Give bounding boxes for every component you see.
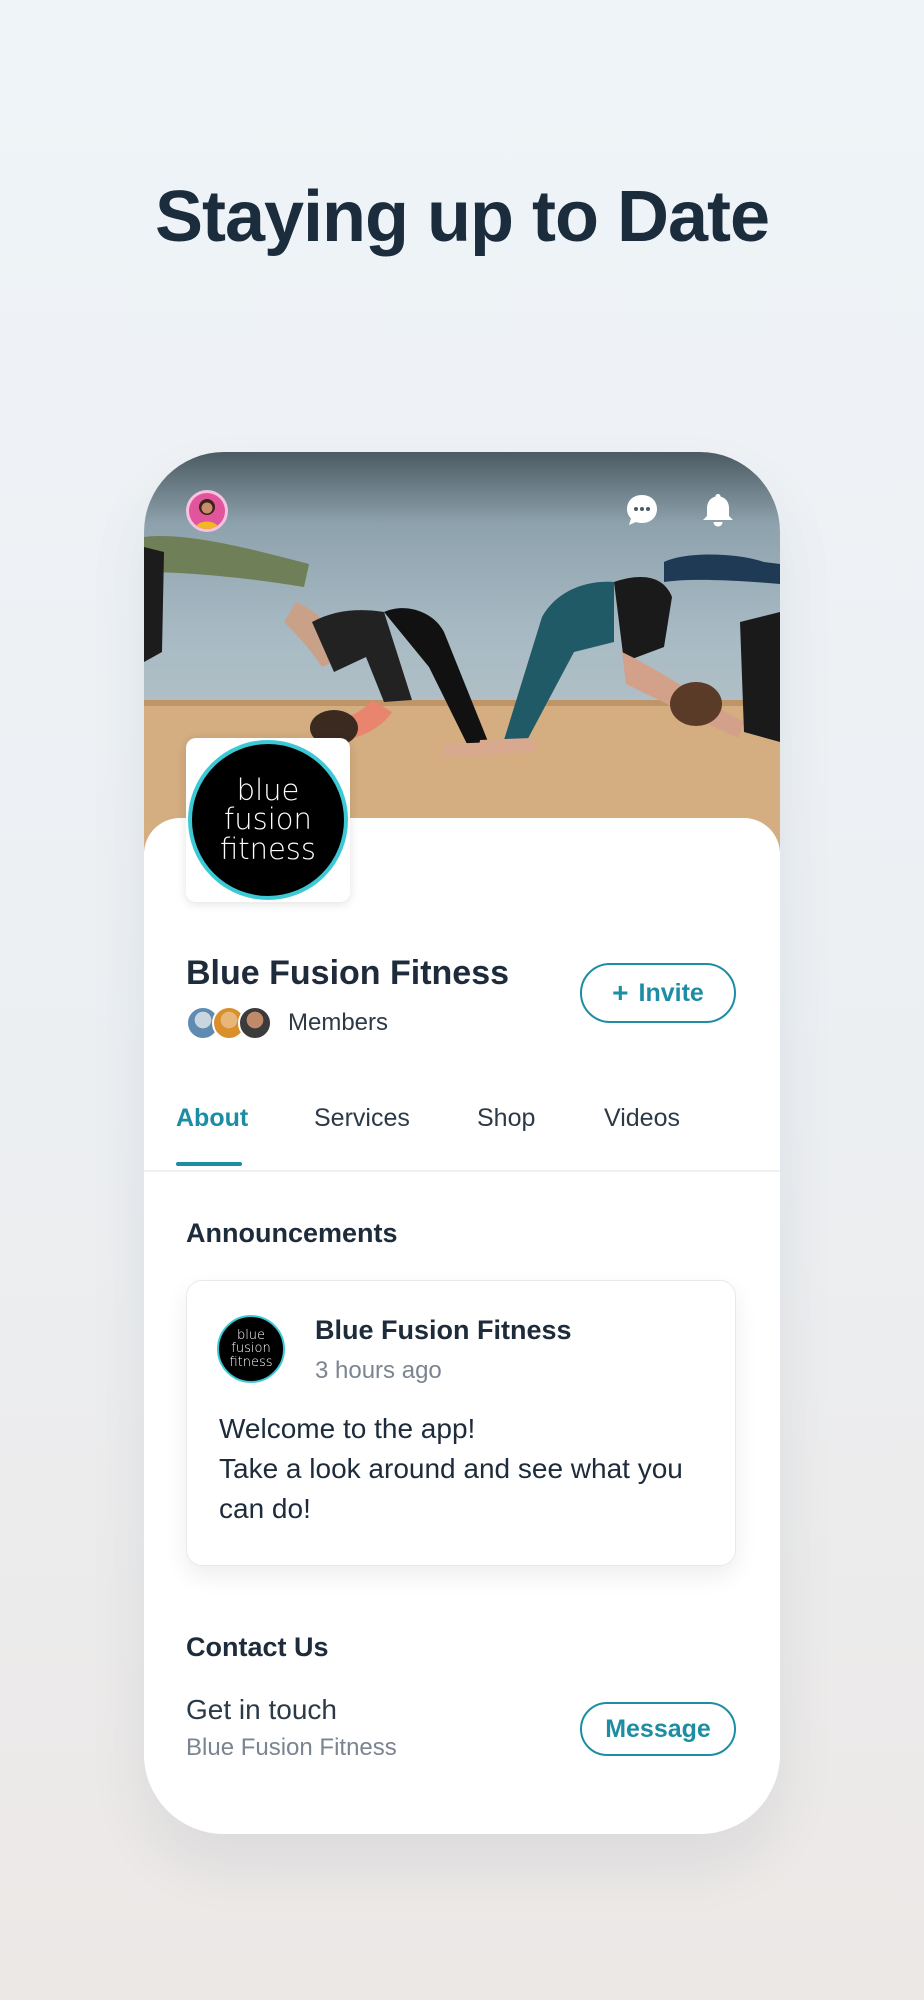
bell-icon[interactable] — [698, 490, 738, 530]
contact-subtitle: Get in touch — [186, 1694, 337, 1725]
tab-about[interactable]: About — [176, 1104, 248, 1133]
chat-bubble-icon[interactable] — [622, 490, 662, 530]
page-headline: Staying up to Date — [154, 177, 770, 257]
tab-services[interactable]: Services — [314, 1104, 410, 1133]
logo-line-3: fitness — [229, 1354, 273, 1370]
active-tab-indicator — [176, 1162, 242, 1166]
member-avatar — [238, 1006, 272, 1040]
post-body: Welcome to the app! Take a look around a… — [219, 1409, 719, 1529]
user-avatar-icon[interactable] — [186, 490, 228, 532]
announcements-title: Announcements — [186, 1218, 398, 1248]
post-body-line-1: Welcome to the app! — [219, 1413, 476, 1444]
post-author-avatar: blue fusion fitness — [217, 1315, 285, 1383]
logo-line-2: fusion — [231, 1341, 271, 1357]
invite-button[interactable]: + Invite — [580, 963, 736, 1023]
contact-title: Contact Us — [186, 1632, 329, 1662]
post-author-name: Blue Fusion Fitness — [315, 1315, 572, 1345]
members-row[interactable]: Members — [186, 1006, 388, 1040]
logo-line-2: fusion — [224, 802, 312, 837]
tab-bar: About Services Shop Videos — [144, 1092, 780, 1172]
post-timestamp: 3 hours ago — [315, 1357, 442, 1384]
message-button[interactable]: Message — [580, 1702, 736, 1756]
phone-screen: blue fusion fitness Blue Fusion Fitness … — [144, 452, 780, 1834]
contact-business-name: Blue Fusion Fitness — [186, 1734, 397, 1761]
logo-line-1: blue — [236, 1328, 266, 1344]
tab-shop[interactable]: Shop — [477, 1104, 535, 1133]
blue-fusion-logo: blue fusion fitness — [188, 740, 348, 900]
members-label: Members — [288, 1009, 389, 1036]
post-body-line-2: Take a look around and see what you can … — [219, 1453, 683, 1524]
invite-label: Invite — [638, 978, 704, 1007]
logo-line-3: fitness — [219, 831, 317, 866]
announcement-card[interactable]: blue fusion fitness Blue Fusion Fitness … — [186, 1280, 736, 1566]
plus-icon: + — [612, 977, 629, 1008]
group-name: Blue Fusion Fitness — [186, 954, 510, 992]
logo-line-1: blue — [236, 772, 300, 807]
group-logo: blue fusion fitness — [186, 738, 350, 902]
blue-fusion-logo-small: blue fusion fitness — [217, 1315, 285, 1383]
tab-videos[interactable]: Videos — [604, 1104, 680, 1133]
